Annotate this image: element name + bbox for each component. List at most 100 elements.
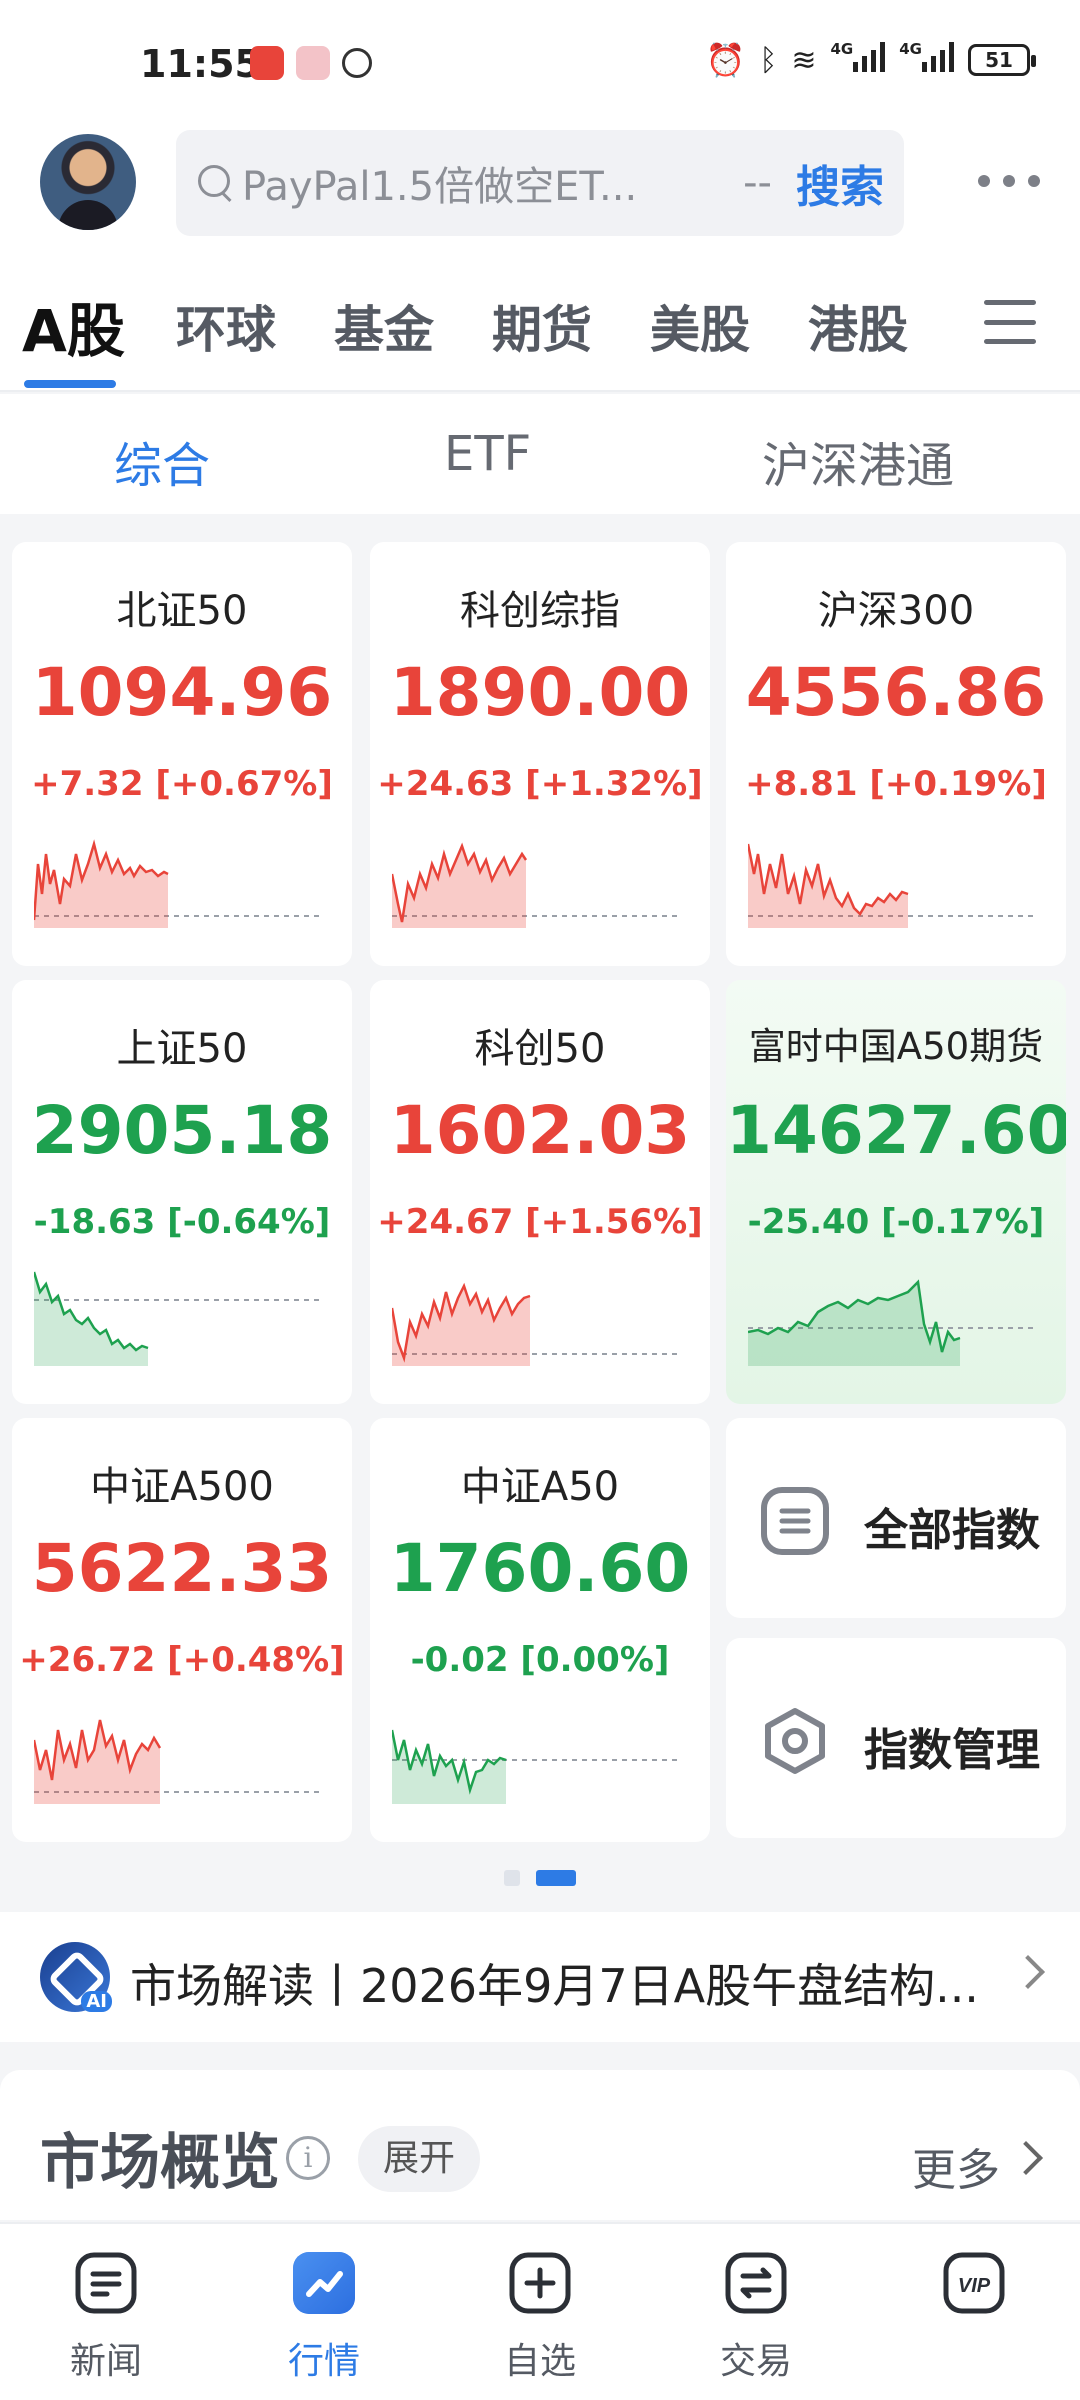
chevron-right-icon <box>1009 2141 1043 2175</box>
market-overview-title: 市场概览 <box>40 2128 280 2198</box>
index-price: 1760.60 <box>389 1530 691 1607</box>
subtab-overall[interactable]: 综合 <box>114 426 210 496</box>
intraday-sparkline <box>392 1729 682 1804</box>
index-change: +24.63 [+1.32%] <box>377 764 703 804</box>
nav-watchlist[interactable]: 自选 <box>470 2252 610 2384</box>
index-kc50-card[interactable]: 科创50 1602.03 +24.67 [+1.56%] <box>370 980 710 1404</box>
index-ftse-a50-futures-card[interactable]: 富时中国A50期货 14627.60 -25.40 [-0.17%] <box>726 980 1066 1404</box>
quotes-icon <box>293 2252 355 2314</box>
search-icon <box>196 163 236 203</box>
index-price: 5622.33 <box>31 1530 333 1607</box>
index-name: 上证50 <box>116 1026 248 1072</box>
menu-icon[interactable] <box>984 300 1036 344</box>
index-price: 1890.00 <box>389 654 691 731</box>
index-price: 14627.60 <box>726 1092 1066 1169</box>
index-sz50-card[interactable]: 上证50 2905.18 -18.63 [-0.64%] <box>12 980 352 1404</box>
page-dot <box>504 1870 520 1886</box>
nav-watchlist-label: 自选 <box>503 2341 576 2382</box>
nav-quotes-label: 行情 <box>287 2341 360 2382</box>
index-name: 富时中国A50期货 <box>748 1025 1044 1068</box>
index-bz50-card[interactable]: 北证50 1094.96 +7.32 [+0.67%] <box>12 542 352 966</box>
all-indices-button[interactable]: 全部指数 <box>726 1418 1066 1618</box>
more-link[interactable]: 更多 <box>912 2134 1000 2198</box>
notification-app-icon <box>296 46 330 80</box>
index-name: 中证A500 <box>90 1464 274 1510</box>
index-zz-a50-card[interactable]: 中证A50 1760.60 -0.02 [0.00%] <box>370 1418 710 1842</box>
market-tabs: A股 环球 基金 期货 美股 港股 <box>0 260 1080 392</box>
index-change: -0.02 [0.00%] <box>410 1640 670 1680</box>
top-header: PayPal1.5倍做空ET... -- 搜索 <box>0 130 1080 260</box>
tab-futures[interactable]: 期货 <box>492 290 592 362</box>
bluetooth-icon: ᛒ <box>759 42 778 78</box>
expand-button[interactable]: 展开 <box>358 2126 480 2192</box>
intraday-sparkline <box>392 1282 682 1366</box>
search-dash: -- <box>743 160 772 206</box>
index-change: -25.40 [-0.17%] <box>747 1202 1045 1242</box>
index-price: 1094.96 <box>31 654 333 731</box>
trade-icon <box>725 2252 787 2314</box>
more-icon[interactable] <box>978 166 1040 196</box>
intraday-sparkline <box>34 839 324 928</box>
page-dot-active <box>536 1870 576 1886</box>
subtab-etf[interactable]: ETF <box>444 426 531 482</box>
tab-a-shares[interactable]: A股 <box>22 284 125 368</box>
index-price: 4556.86 <box>745 654 1047 731</box>
search-button[interactable]: 搜索 <box>796 151 884 215</box>
bottom-navigation: 新闻 行情 自选 交易 VIP <box>0 2222 1080 2400</box>
battery-icon: 51 <box>968 44 1036 76</box>
index-price: 2905.18 <box>31 1092 333 1169</box>
index-manage-button[interactable]: 指数管理 <box>726 1638 1066 1838</box>
settings-hex-icon <box>765 1708 825 1774</box>
index-change: +26.72 [+0.48%] <box>19 1640 345 1680</box>
news-icon <box>75 2252 137 2314</box>
search-input[interactable]: PayPal1.5倍做空ET... <box>242 154 733 212</box>
intraday-sparkline <box>748 1279 1038 1366</box>
intraday-sparkline <box>748 843 1038 928</box>
watchlist-add-icon <box>509 2252 571 2314</box>
status-icons: ⏰ ᛒ ≋ 4G 4G 51 <box>705 40 1036 80</box>
nav-news-label: 新闻 <box>69 2341 142 2382</box>
index-zz-a500-card[interactable]: 中证A500 5622.33 +26.72 [+0.48%] <box>12 1418 352 1842</box>
wifi-icon: ≋ <box>791 42 817 78</box>
tab-hk-stocks[interactable]: 港股 <box>808 290 908 362</box>
nav-news[interactable]: 新闻 <box>36 2252 176 2384</box>
subtab-connect[interactable]: 沪深港通 <box>762 426 954 496</box>
index-kc-composite-card[interactable]: 科创综指 1890.00 +24.63 [+1.32%] <box>370 542 710 966</box>
signal-icon: 4G <box>831 40 886 80</box>
alarm-icon: ⏰ <box>705 41 746 79</box>
signal-icon-2: 4G <box>899 40 954 80</box>
intraday-sparkline <box>34 1719 324 1804</box>
sub-tabs: 综合 ETF 沪深港通 <box>0 394 1080 514</box>
nav-trade-label: 交易 <box>719 2341 792 2382</box>
index-name: 科创50 <box>474 1026 606 1072</box>
market-reading-banner[interactable]: AI 市场解读丨2026年9月7日A股午盘结构... <box>0 1912 1080 2042</box>
triangle-app-icon <box>342 48 372 78</box>
index-name: 北证50 <box>116 588 248 634</box>
market-reading-text: 市场解读丨2026年9月7日A股午盘结构... <box>130 1959 979 2013</box>
chevron-right-icon <box>1011 1955 1045 1989</box>
index-name: 沪深300 <box>817 588 975 634</box>
intraday-sparkline <box>34 1271 324 1366</box>
index-change: -18.63 [-0.64%] <box>33 1202 331 1242</box>
tab-global[interactable]: 环球 <box>176 290 276 362</box>
avatar[interactable] <box>40 134 136 230</box>
index-hs300-card[interactable]: 沪深300 4556.86 +8.81 [+0.19%] <box>726 542 1066 966</box>
vip-icon: VIP <box>943 2252 1005 2314</box>
huawei-app-icon <box>250 46 284 80</box>
status-bar: 11:55 ⏰ ᛒ ≋ 4G 4G 51 <box>0 0 1080 130</box>
ai-icon: AI <box>40 1942 112 2012</box>
nav-trade[interactable]: 交易 <box>686 2252 826 2384</box>
index-name: 中证A50 <box>460 1464 620 1510</box>
search-bar[interactable]: PayPal1.5倍做空ET... -- 搜索 <box>176 130 904 236</box>
svg-text:VIP: VIP <box>958 2275 991 2297</box>
tab-us-stocks[interactable]: 美股 <box>650 290 750 362</box>
all-indices-label: 全部指数 <box>864 1505 1040 1556</box>
nav-quotes[interactable]: 行情 <box>254 2252 394 2384</box>
index-change: +8.81 [+0.19%] <box>745 764 1047 804</box>
index-manage-label: 指数管理 <box>864 1725 1040 1776</box>
nav-vip[interactable]: VIP <box>904 2252 1044 2332</box>
info-icon[interactable]: i <box>286 2136 330 2180</box>
list-icon <box>761 1487 829 1555</box>
tab-funds[interactable]: 基金 <box>334 290 434 362</box>
index-name: 科创综指 <box>460 588 620 634</box>
